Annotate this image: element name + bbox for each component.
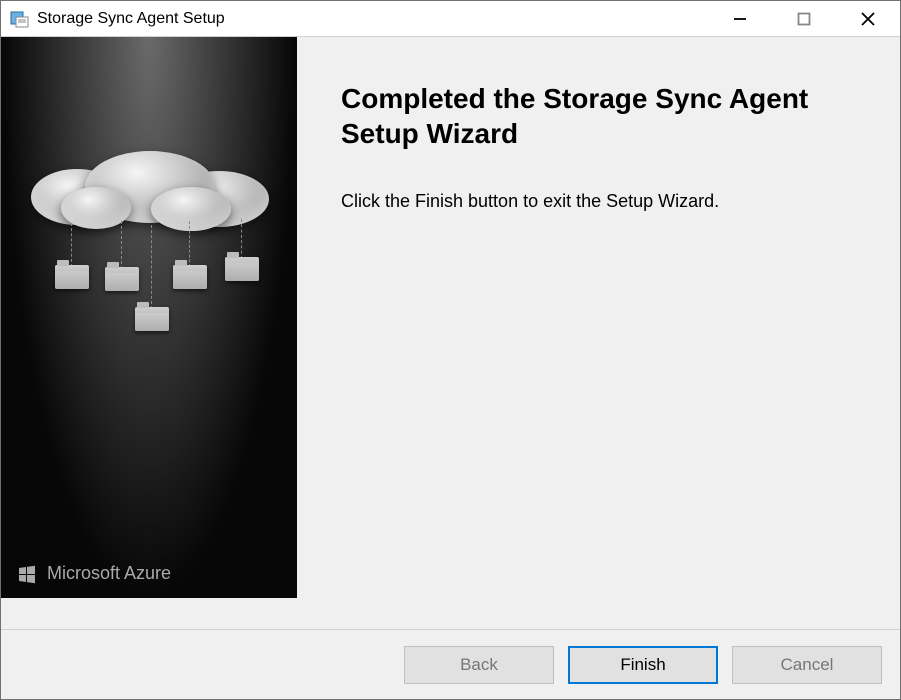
- installer-icon: [9, 9, 29, 29]
- wizard-heading: Completed the Storage Sync Agent Setup W…: [341, 81, 856, 151]
- back-button[interactable]: Back: [404, 646, 554, 684]
- titlebar: Storage Sync Agent Setup: [1, 1, 900, 37]
- brand-text: Microsoft Azure: [47, 563, 171, 584]
- main-panel: Completed the Storage Sync Agent Setup W…: [297, 37, 900, 629]
- window-title: Storage Sync Agent Setup: [37, 10, 708, 28]
- content-area: Microsoft Azure Completed the Storage Sy…: [1, 37, 900, 629]
- minimize-button[interactable]: [708, 1, 772, 36]
- window-controls: [708, 1, 900, 36]
- brand-label: Microsoft Azure: [17, 563, 171, 584]
- footer-button-row: Back Finish Cancel: [1, 629, 900, 699]
- cloud-graphic: [31, 137, 269, 229]
- cancel-button[interactable]: Cancel: [732, 646, 882, 684]
- maximize-button[interactable]: [772, 1, 836, 36]
- windows-icon: [17, 564, 37, 584]
- folders-graphic: [31, 227, 269, 357]
- installer-window: Storage Sync Agent Setup Microsoft Azure: [0, 0, 901, 700]
- wizard-body-text: Click the Finish button to exit the Setu…: [341, 191, 856, 212]
- close-button[interactable]: [836, 1, 900, 36]
- finish-button[interactable]: Finish: [568, 646, 718, 684]
- side-banner: Microsoft Azure: [1, 37, 297, 598]
